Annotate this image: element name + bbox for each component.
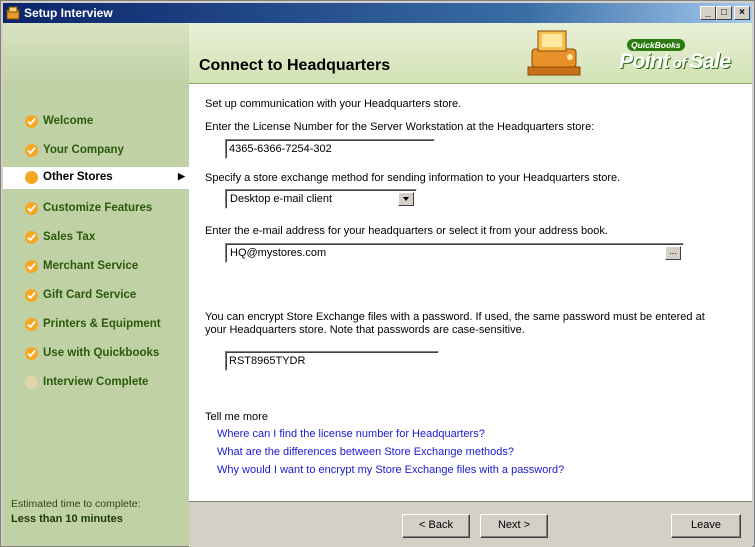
maximize-button[interactable]: □	[716, 6, 732, 20]
minimize-button[interactable]: _	[700, 6, 716, 20]
sidebar-header	[3, 23, 189, 83]
sidebar-item-label: Welcome	[43, 115, 94, 127]
checkmark-icon	[25, 318, 38, 331]
pending-step-icon	[25, 376, 38, 389]
setup-interview-window: Setup Interview _ □ × Welcome Your Compa…	[0, 0, 755, 547]
help-link-license[interactable]: Where can I find the license number for …	[217, 428, 485, 440]
encrypt-text-line2: your Headquarters store. Note that passw…	[205, 324, 525, 336]
sidebar-item-gift-card-service[interactable]: Gift Card Service	[3, 285, 189, 307]
sidebar-item-label: Customize Features	[43, 202, 153, 214]
license-number-input[interactable]	[225, 139, 435, 159]
sidebar-item-sales-tax[interactable]: Sales Tax	[3, 227, 189, 249]
back-button[interactable]: < Back	[402, 514, 470, 538]
sidebar: Welcome Your Company Other Stores ▶ Cust…	[3, 23, 189, 546]
sidebar-item-printers-equipment[interactable]: Printers & Equipment	[3, 314, 189, 336]
sidebar-item-use-with-quickbooks[interactable]: Use with Quickbooks	[3, 343, 189, 365]
checkmark-icon	[25, 231, 38, 244]
title-bar: Setup Interview _ □ ×	[3, 3, 752, 23]
address-book-button[interactable]: ...	[665, 246, 681, 260]
password-input[interactable]	[225, 351, 439, 371]
sidebar-item-label: Sales Tax	[43, 231, 96, 243]
email-value: HQ@mystores.com	[230, 247, 327, 259]
sidebar-item-label: Gift Card Service	[43, 289, 137, 301]
checkmark-icon	[25, 202, 38, 215]
checkmark-icon	[25, 289, 38, 302]
sidebar-item-label: Other Stores	[43, 171, 113, 183]
leave-button[interactable]: Leave	[671, 514, 741, 538]
page-title: Connect to Headquarters	[199, 57, 391, 74]
license-label: Enter the License Number for the Server …	[205, 121, 595, 133]
checkmark-icon	[25, 260, 38, 273]
app-icon	[6, 6, 20, 20]
exchange-method-select[interactable]: Desktop e-mail client	[225, 189, 417, 209]
encrypt-text-line1: You can encrypt Store Exchange files wit…	[205, 311, 705, 323]
sidebar-item-other-stores[interactable]: Other Stores ▶	[3, 167, 189, 189]
email-label: Enter the e-mail address for your headqu…	[205, 225, 608, 237]
email-field[interactable]: HQ@mystores.com ...	[225, 243, 684, 263]
chevron-down-icon[interactable]	[398, 192, 414, 206]
sidebar-item-label: Your Company	[43, 144, 124, 156]
sidebar-item-label: Interview Complete	[43, 376, 149, 388]
checkmark-icon	[25, 144, 38, 157]
computer-register-icon	[527, 30, 581, 76]
help-link-methods[interactable]: What are the differences between Store E…	[217, 446, 514, 458]
arrow-right-icon: ▶	[178, 171, 185, 181]
sidebar-item-welcome[interactable]: Welcome	[3, 111, 189, 133]
help-link-encrypt[interactable]: Why would I want to encrypt my Store Exc…	[217, 464, 564, 476]
close-button[interactable]: ×	[734, 6, 750, 20]
checkmark-icon	[25, 347, 38, 360]
exchange-method-value: Desktop e-mail client	[230, 193, 333, 205]
tell-me-more-heading: Tell me more	[205, 411, 268, 423]
page-header: Connect to Headquarters QuickBooks Point…	[189, 23, 752, 84]
window-title: Setup Interview	[24, 6, 113, 20]
estimate-value: Less than 10 minutes	[11, 513, 123, 525]
sidebar-item-merchant-service[interactable]: Merchant Service	[3, 256, 189, 278]
footer: < Back Next > Leave	[189, 501, 752, 547]
sidebar-item-your-company[interactable]: Your Company	[3, 140, 189, 162]
sidebar-item-label: Printers & Equipment	[43, 318, 161, 330]
sidebar-item-interview-complete[interactable]: Interview Complete	[3, 372, 189, 394]
main-panel: Connect to Headquarters QuickBooks Point…	[189, 23, 752, 501]
method-label: Specify a store exchange method for send…	[205, 172, 621, 184]
estimate-label: Estimated time to complete:	[11, 498, 141, 510]
checkmark-icon	[25, 115, 38, 128]
sidebar-item-label: Use with Quickbooks	[43, 347, 160, 359]
next-button[interactable]: Next >	[480, 514, 548, 538]
current-step-icon	[25, 171, 38, 184]
sidebar-item-customize-features[interactable]: Customize Features	[3, 198, 189, 220]
intro-text: Set up communication with your Headquart…	[205, 98, 462, 110]
point-of-sale-logo: Point of Sale	[619, 50, 731, 73]
sidebar-item-label: Merchant Service	[43, 260, 139, 272]
